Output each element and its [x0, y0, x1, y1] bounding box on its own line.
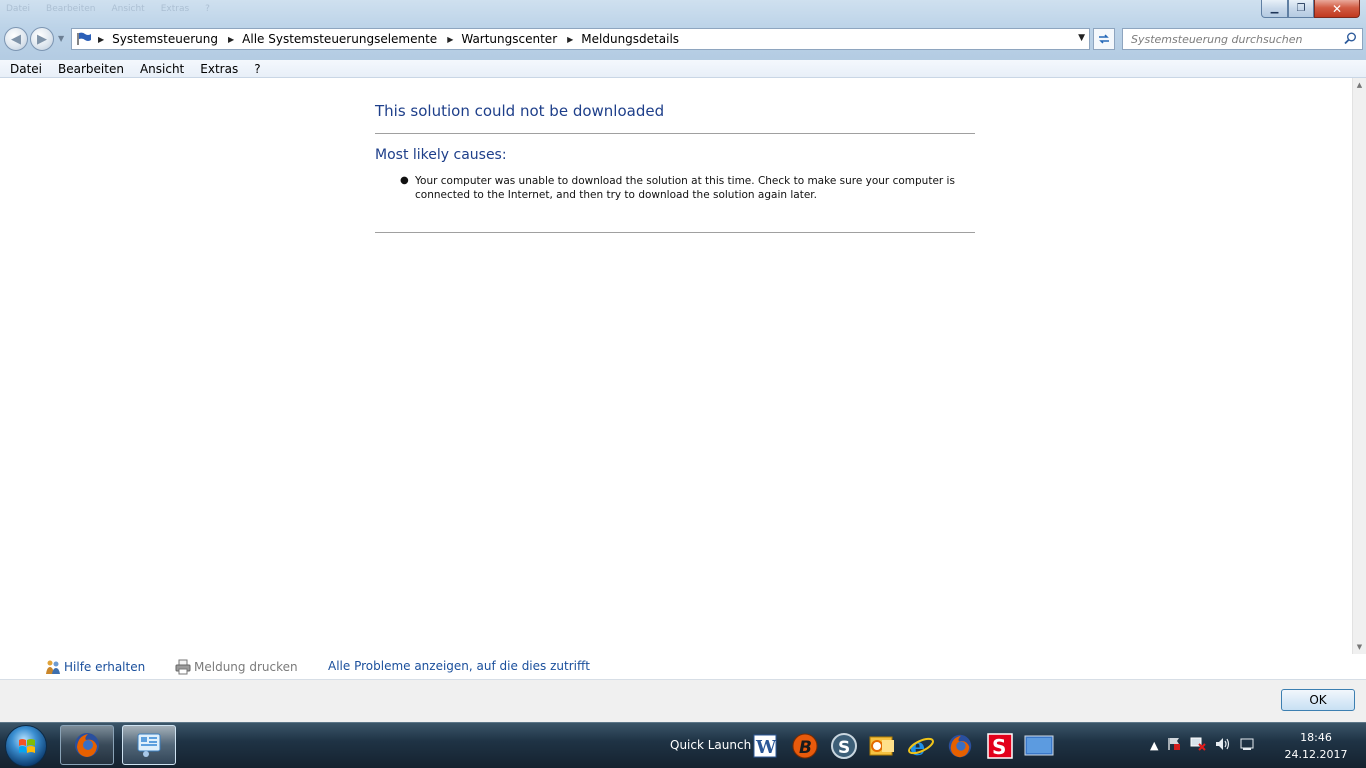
system-tray: ▲	[1150, 737, 1254, 754]
causes-heading: Most likely causes:	[375, 147, 507, 163]
help-people-icon	[45, 659, 61, 675]
svg-text:S: S	[838, 738, 850, 758]
print-message-label: Meldung drucken	[194, 660, 298, 674]
system-clock[interactable]: 18:46 24.12.2017	[1276, 729, 1356, 763]
taskbar: Quick Launch W B S e S ▲ 18:46 24.12.201…	[0, 722, 1366, 768]
address-bar[interactable]: ▶ Systemsteuerung ▶ Alle Systemsteuerung…	[71, 28, 1090, 50]
message-details-content: This solution could not be downloaded Mo…	[0, 78, 1352, 654]
windows-logo-icon	[19, 739, 35, 753]
ghost-menu-item: ?	[205, 4, 210, 14]
forward-button[interactable]: ▶	[30, 27, 54, 51]
print-message-link[interactable]: Meldung drucken	[175, 659, 298, 675]
page-title: This solution could not be downloaded	[375, 102, 665, 120]
get-help-link[interactable]: Hilfe erhalten	[45, 659, 145, 675]
start-button[interactable]	[5, 725, 47, 767]
vertical-scrollbar[interactable]: ▲ ▼	[1352, 78, 1366, 654]
search-input[interactable]	[1131, 32, 1341, 46]
clock-time: 18:46	[1300, 731, 1332, 744]
breadcrumb-item[interactable]: Wartungscenter	[461, 32, 557, 46]
ghost-menu: Datei Bearbeiten Ansicht Extras ?	[6, 4, 210, 14]
outlook-icon[interactable]	[867, 731, 897, 761]
firefox-icon[interactable]	[945, 731, 975, 761]
ghost-menu-item: Ansicht	[111, 4, 145, 14]
refresh-icon	[1099, 34, 1109, 44]
window-controls: ▁ ❐ ✕	[1261, 0, 1360, 18]
printer-icon	[175, 659, 191, 675]
show-all-problems-link[interactable]: Alle Probleme anzeigen, auf die dies zut…	[328, 659, 590, 673]
get-help-label: Hilfe erhalten	[64, 660, 146, 674]
show-all-problems-label: Alle Probleme anzeigen, auf die dies zut…	[328, 659, 590, 673]
navigation-bar: ◀ ▶ ▼ ▶ Systemsteuerung ▶ Alle Systemste…	[0, 24, 1366, 54]
breadcrumb-item[interactable]: Alle Systemsteuerungselemente	[242, 32, 437, 46]
recent-pages-dropdown-icon[interactable]: ▼	[58, 34, 64, 43]
menu-help[interactable]: ?	[254, 62, 260, 76]
show-hidden-icons-icon[interactable]: ▲	[1150, 739, 1158, 752]
divider	[375, 133, 975, 134]
back-button[interactable]: ◀	[4, 27, 28, 51]
volume-icon[interactable]	[1215, 737, 1231, 754]
quick-launch-label: Quick Launch	[670, 738, 752, 752]
taskbar-control-panel[interactable]	[122, 725, 176, 765]
s-app-icon[interactable]: S	[829, 731, 859, 761]
breadcrumb-item[interactable]: Meldungsdetails	[581, 32, 679, 46]
svg-text:B: B	[799, 738, 812, 758]
ghost-menu-item: Extras	[160, 4, 190, 14]
close-button[interactable]: ✕	[1314, 0, 1360, 18]
maximize-button[interactable]: ❐	[1288, 0, 1314, 18]
scroll-up-icon[interactable]: ▲	[1353, 78, 1366, 92]
menu-bearbeiten[interactable]: Bearbeiten	[58, 62, 124, 76]
breadcrumb-separator-icon[interactable]: ▶	[447, 35, 453, 44]
action-center-flag-icon[interactable]	[1167, 737, 1181, 754]
svg-text:S: S	[992, 735, 1006, 759]
menu-ansicht[interactable]: Ansicht	[140, 62, 184, 76]
taskbar-firefox[interactable]	[60, 725, 114, 765]
internet-explorer-icon[interactable]: e	[906, 731, 936, 761]
action-links-bar: Hilfe erhalten Meldung drucken Alle Prob…	[0, 654, 1366, 680]
causes-list: ● Your computer was unable to download t…	[400, 174, 960, 202]
list-item: Your computer was unable to download the…	[415, 175, 955, 201]
refresh-button[interactable]	[1093, 28, 1115, 50]
svg-text:W: W	[755, 737, 777, 758]
clock-date: 24.12.2017	[1284, 748, 1348, 761]
dialog-button-area: OK	[0, 680, 1366, 722]
control-panel-flag-icon	[76, 32, 92, 46]
breadcrumb-separator-icon[interactable]: ▶	[228, 35, 234, 44]
menu-extras[interactable]: Extras	[200, 62, 238, 76]
ghost-menu-item: Bearbeiten	[46, 4, 96, 14]
minimize-button[interactable]: ▁	[1261, 0, 1288, 18]
breadcrumb-separator-icon[interactable]: ▶	[567, 35, 573, 44]
divider	[375, 232, 975, 233]
control-panel-icon	[137, 733, 161, 757]
word-icon[interactable]: W	[750, 731, 780, 761]
b-app-icon[interactable]: B	[790, 731, 820, 761]
breadcrumb-separator-icon[interactable]: ▶	[98, 35, 104, 44]
address-dropdown-icon[interactable]: ▼	[1078, 33, 1085, 43]
ghost-menu-item: Datei	[6, 4, 31, 14]
menu-datei[interactable]: Datei	[10, 62, 42, 76]
network-error-icon[interactable]	[1190, 737, 1207, 754]
firefox-icon	[75, 733, 99, 757]
scroll-down-icon[interactable]: ▼	[1353, 640, 1366, 654]
bullet-icon: ●	[400, 175, 409, 186]
show-desktop-icon[interactable]	[1240, 737, 1254, 754]
search-box[interactable]	[1122, 28, 1363, 50]
breadcrumb: ▶ Systemsteuerung ▶ Alle Systemsteuerung…	[98, 32, 689, 46]
ok-button[interactable]: OK	[1281, 689, 1355, 711]
breadcrumb-item[interactable]: Systemsteuerung	[112, 32, 218, 46]
search-icon[interactable]	[1344, 32, 1357, 48]
desktop-icon[interactable]	[1024, 731, 1054, 761]
s-red-app-icon[interactable]: S	[985, 731, 1015, 761]
menu-bar: Datei Bearbeiten Ansicht Extras ?	[0, 60, 1366, 78]
